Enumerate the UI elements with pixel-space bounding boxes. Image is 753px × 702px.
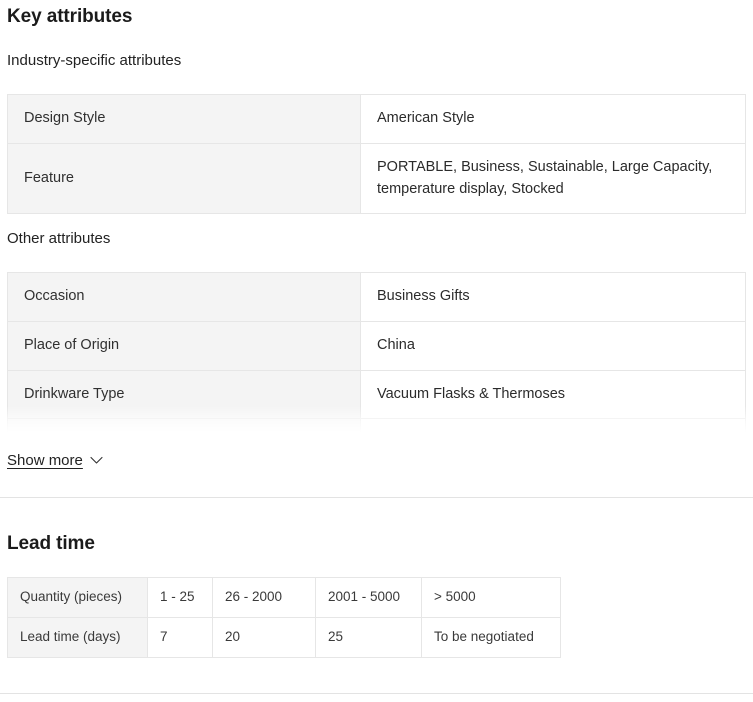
chevron-down-icon xyxy=(90,456,103,465)
section-divider xyxy=(0,497,753,498)
product-attributes-panel: Key attributes Industry-specific attribu… xyxy=(0,0,753,702)
key-attributes-heading: Key attributes xyxy=(7,6,133,27)
attribute-value: PORTABLE, Business, Sustainable, Large C… xyxy=(360,142,746,215)
lead-time-cell: 25 xyxy=(315,616,422,658)
attribute-name: Place of Origin xyxy=(7,320,361,371)
other-attributes-subheading: Other attributes xyxy=(7,230,111,247)
attribute-name: Drinkware Type xyxy=(7,369,361,420)
show-more-label: Show more xyxy=(7,452,83,469)
attribute-name: Occasion xyxy=(7,272,361,322)
table-row: Lead time (days) 7 20 25 To be negotiate… xyxy=(7,616,561,658)
quantity-cell: > 5000 xyxy=(421,577,561,618)
attribute-value xyxy=(360,418,746,432)
table-row: Quantity (pieces) 1 - 25 26 - 2000 2001 … xyxy=(7,577,561,618)
quantity-cell: 2001 - 5000 xyxy=(315,577,422,618)
industry-specific-attributes-table: Design Style American Style Feature PORT… xyxy=(7,94,746,215)
industry-specific-attributes-subheading: Industry-specific attributes xyxy=(7,52,182,69)
attribute-name: Feature xyxy=(7,142,361,215)
attribute-value: Vacuum Flasks & Thermoses xyxy=(360,369,746,420)
lead-time-cell: 7 xyxy=(147,616,213,658)
other-attributes-table: Occasion Business Gifts Place of Origin … xyxy=(7,272,746,432)
quantity-cell: 26 - 2000 xyxy=(212,577,316,618)
table-row: Occasion Business Gifts xyxy=(7,272,746,322)
quantity-cell: 1 - 25 xyxy=(147,577,213,618)
attribute-name xyxy=(7,418,361,432)
table-row: Feature PORTABLE, Business, Sustainable,… xyxy=(7,142,746,215)
attribute-value: China xyxy=(360,320,746,371)
lead-time-heading: Lead time xyxy=(7,533,95,554)
lead-time-cell: 20 xyxy=(212,616,316,658)
table-row: Design Style American Style xyxy=(7,94,746,144)
table-row: Place of Origin China xyxy=(7,320,746,371)
attribute-value: Business Gifts xyxy=(360,272,746,322)
table-row-truncated xyxy=(7,418,746,432)
other-attributes-clip-region: Occasion Business Gifts Place of Origin … xyxy=(0,272,753,432)
show-more-button[interactable]: Show more xyxy=(7,452,103,469)
attribute-value: American Style xyxy=(360,94,746,144)
row-header: Quantity (pieces) xyxy=(7,577,148,618)
attribute-name: Design Style xyxy=(7,94,361,144)
table-row: Drinkware Type Vacuum Flasks & Thermoses xyxy=(7,369,746,420)
section-divider xyxy=(0,693,753,694)
lead-time-cell: To be negotiated xyxy=(421,616,561,658)
row-header: Lead time (days) xyxy=(7,616,148,658)
lead-time-table: Quantity (pieces) 1 - 25 26 - 2000 2001 … xyxy=(7,577,561,658)
